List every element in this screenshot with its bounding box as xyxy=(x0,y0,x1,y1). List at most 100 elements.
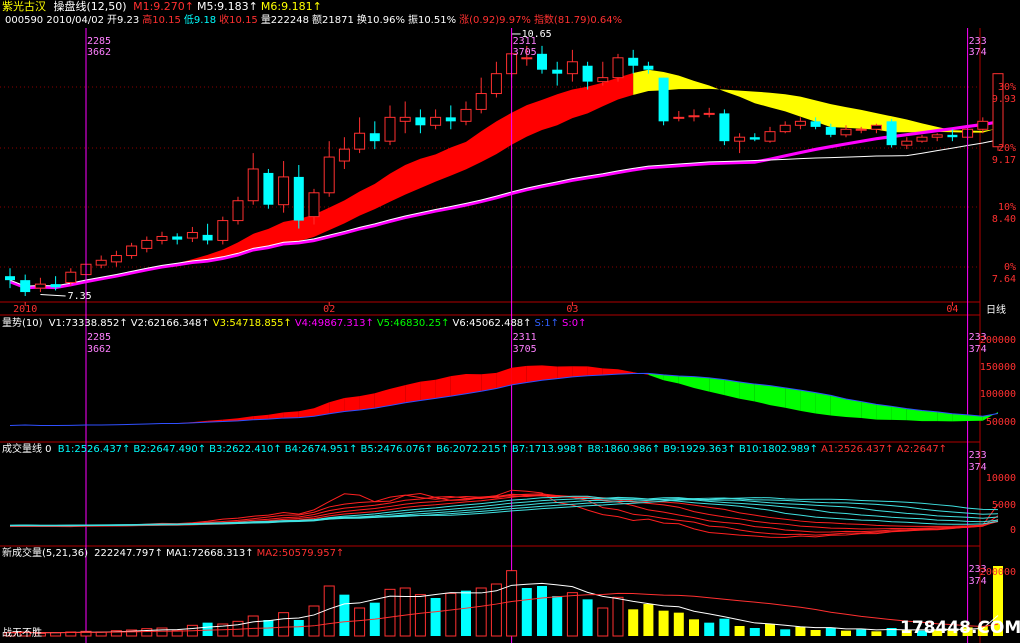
candle-body xyxy=(719,113,730,142)
candle-body xyxy=(840,128,852,136)
newvol-bar xyxy=(704,622,715,636)
newvol-bar xyxy=(825,628,836,636)
candle-body xyxy=(597,77,609,83)
candle-body xyxy=(810,121,821,127)
fan-y-label: 5000 xyxy=(992,500,1016,511)
newvol-bar xyxy=(156,627,168,637)
candle-body xyxy=(490,73,502,95)
info-item-5: 量222248 xyxy=(260,15,309,26)
info-item-8: 振10.51% xyxy=(407,15,457,26)
volume-band-segment xyxy=(754,384,770,406)
y-price-label: 9.17 xyxy=(992,155,1016,166)
newvol-bar xyxy=(537,586,547,636)
volume-legend-item-1: V2:62166.348↑ xyxy=(130,318,210,329)
y-percent-label: 30% xyxy=(998,82,1016,93)
header-line-1: 紫光古汉 操盘线(12,50) M1:9.270↑ M5:9.183↑ M6:9.1… xyxy=(2,1,322,13)
fan-legend-item-4: B5:2476.076↑ xyxy=(360,444,434,455)
newvol-bar xyxy=(202,622,213,636)
marker-label: 374 xyxy=(969,462,987,473)
volume-band-segment xyxy=(678,375,694,389)
fan-legend-item-11: A2:2647↑ xyxy=(896,444,948,455)
info-item-0: 000590 2010/04/02 xyxy=(5,15,104,26)
newvol-bar xyxy=(765,624,775,636)
newvol-bar xyxy=(490,583,502,637)
volume-band-segment xyxy=(374,388,390,409)
newvol-bar xyxy=(780,629,791,636)
newvol-bar xyxy=(871,631,882,636)
fan-legend-item-3: B4:2674.951↑ xyxy=(284,444,358,455)
newvol-ma1 xyxy=(9,582,999,634)
candle-body xyxy=(5,276,15,281)
fan-line xyxy=(9,495,999,527)
y-price-label: 8.40 xyxy=(992,214,1016,225)
volume-band-segment xyxy=(724,379,740,399)
marker-label: 2285 xyxy=(87,332,111,343)
info-item-3: 低9.18 xyxy=(183,15,217,26)
candle-body xyxy=(354,132,366,150)
info-item-4: 收10.15 xyxy=(219,15,258,26)
newvol-ma2 xyxy=(9,592,999,634)
candle-body xyxy=(628,57,639,66)
volume-band-segment xyxy=(450,374,466,397)
candle-body xyxy=(734,136,746,142)
marker-label: 3705 xyxy=(513,344,537,355)
candle-body xyxy=(232,200,244,222)
volume-band-segment xyxy=(709,377,725,396)
candle-body xyxy=(552,69,563,74)
newvol-legend: 新成交量(5,21,36) 222247.797↑ MA1:72668.313↑ M… xyxy=(2,548,344,560)
ma-legend: M1:9.270↑ M5:9.183↑ M6:9.181↑ xyxy=(130,0,322,13)
y-price-label: 7.64 xyxy=(992,274,1016,285)
marker-label: 233 xyxy=(969,36,987,47)
volume-band-segment xyxy=(283,411,299,419)
candle-body xyxy=(308,192,320,218)
y-price-label: 9.93 xyxy=(992,94,1016,105)
marker-label: 3662 xyxy=(87,47,111,58)
newvol-title: 新成交量(5,21,36) xyxy=(2,548,88,559)
candle-body xyxy=(612,57,624,79)
marker-label: 233 xyxy=(969,450,987,461)
info-item-2: 高10.15 xyxy=(142,15,181,26)
price-info-row: 000590 2010/04/02 开9.23 高10.15 低9.18 收10.15 量… xyxy=(2,15,622,27)
newvol-bar xyxy=(399,587,411,637)
candle-body xyxy=(141,239,153,249)
volume-band-segment xyxy=(390,385,406,406)
candle-body xyxy=(460,108,472,122)
candle-body xyxy=(794,120,806,126)
volume-legend-item-4: V5:46830.25↑ xyxy=(376,318,450,329)
marker-label: 3662 xyxy=(87,344,111,355)
fan-legend-item-8: B9:1929.363↑ xyxy=(663,444,736,455)
newvol-y-label: 200000 xyxy=(980,567,1016,578)
fast-band-red xyxy=(10,73,634,287)
candle-body xyxy=(566,61,578,75)
fan-line xyxy=(9,497,999,526)
newvol-bar xyxy=(719,618,730,636)
candle-body xyxy=(582,65,593,82)
candle-body xyxy=(156,235,168,241)
newvol-bar xyxy=(521,588,532,636)
low-label: 7.35 xyxy=(68,291,92,302)
volume-legend-item-3: V4:49867.313↑ xyxy=(294,318,374,329)
ma-line-white xyxy=(9,139,999,287)
volume-band-segment xyxy=(815,392,831,416)
newvol-bar xyxy=(506,570,518,637)
ma-value-0: M1:9.270↑ xyxy=(133,0,194,13)
volume-band-segment xyxy=(694,376,710,392)
candle-body xyxy=(825,126,836,135)
volume-legend-item-2: V3:54718.855↑ xyxy=(212,318,292,329)
candle-body xyxy=(217,220,229,241)
volume-legend-item-6: S:1↑ xyxy=(534,318,560,329)
candle-body xyxy=(673,116,685,119)
fan-title: 成交量线 0 xyxy=(2,444,52,455)
newvol-bar xyxy=(734,626,745,636)
y-percent-label: 10% xyxy=(998,202,1016,213)
newvol-bar xyxy=(795,626,806,636)
candle-body xyxy=(293,176,304,221)
newvol-bar xyxy=(445,592,457,637)
volume-legend-item-7: S:0↑ xyxy=(562,318,587,329)
info-item-6: 额21871 xyxy=(312,15,354,26)
newvol-bar xyxy=(308,605,320,637)
volume-band-segment xyxy=(770,385,786,408)
fan-legend-item-5: B6:2072.215↑ xyxy=(436,444,509,455)
candle-body xyxy=(977,120,989,130)
volume-legend: 量势(10) V1:73338.852↑ V2:62166.348↑ V3:5471… xyxy=(2,318,586,330)
